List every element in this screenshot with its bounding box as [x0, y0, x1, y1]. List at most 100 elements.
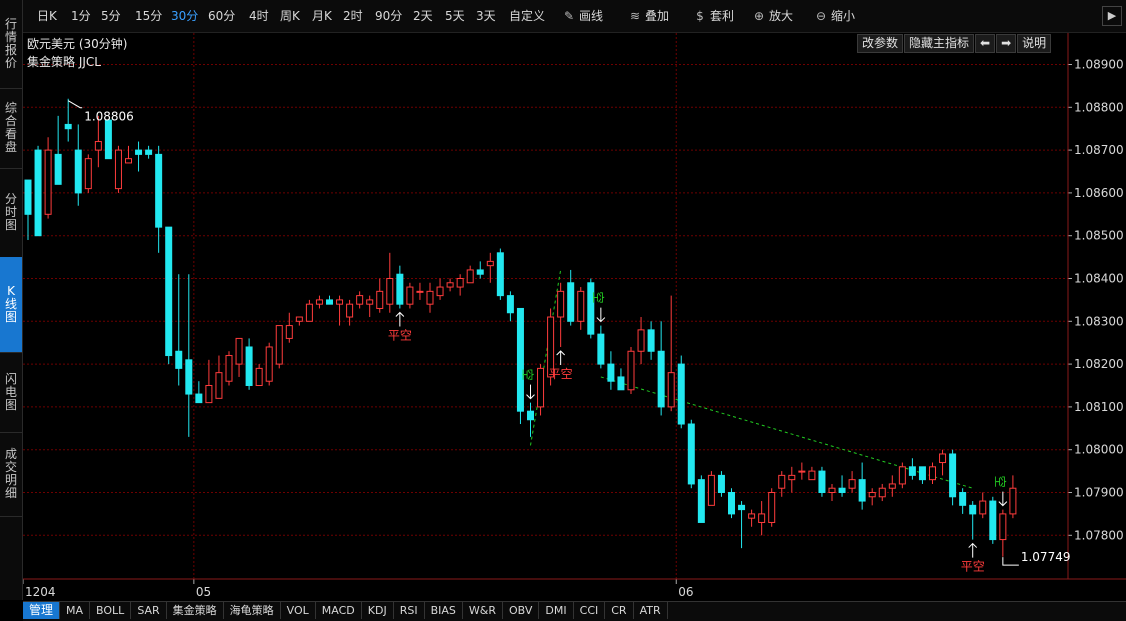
period-button[interactable]: 5分: [101, 7, 121, 25]
tool-button-layers[interactable]: ≋ 叠加: [628, 7, 669, 25]
hide-main-indicator-button[interactable]: 隐藏主指标: [904, 34, 975, 53]
candle-body[interactable]: [506, 295, 514, 314]
candle-body[interactable]: [748, 513, 756, 519]
candle-body[interactable]: [929, 466, 936, 481]
sidebar-tab-time-sharing[interactable]: 分时图: [0, 168, 22, 258]
candle-body[interactable]: [74, 149, 82, 194]
indicator-tab[interactable]: MACD: [316, 602, 362, 619]
candle-body[interactable]: [798, 470, 806, 473]
indicator-tab[interactable]: RSI: [394, 602, 425, 619]
candle-body[interactable]: [607, 363, 615, 382]
candle-body[interactable]: [305, 303, 313, 322]
period-button[interactable]: 30分: [171, 7, 198, 25]
candle-body[interactable]: [537, 367, 545, 408]
help-button[interactable]: 说明: [1017, 34, 1052, 53]
period-button[interactable]: 自定义: [509, 7, 545, 25]
candle-body[interactable]: [848, 479, 856, 489]
tool-button-zoom-in[interactable]: ⊕ 放大: [752, 7, 793, 25]
candle-body[interactable]: [145, 149, 153, 155]
candle-body[interactable]: [768, 492, 776, 523]
period-button[interactable]: 5天: [445, 7, 465, 25]
candle-body[interactable]: [356, 295, 364, 305]
candle-body[interactable]: [657, 350, 665, 408]
candle-body[interactable]: [54, 153, 62, 185]
indicator-tab[interactable]: CCI: [574, 602, 606, 619]
candle-body[interactable]: [687, 423, 695, 485]
candle-body[interactable]: [717, 474, 725, 494]
period-button[interactable]: 90分: [375, 7, 402, 25]
candle-body[interactable]: [326, 299, 333, 305]
indicator-tab[interactable]: VOL: [281, 602, 316, 619]
candle-body[interactable]: [285, 325, 293, 339]
period-button[interactable]: 3天: [476, 7, 496, 25]
period-button[interactable]: 60分: [208, 7, 235, 25]
candle-body[interactable]: [738, 504, 746, 511]
indicator-tab[interactable]: ATR: [634, 602, 668, 619]
candle-body[interactable]: [94, 141, 102, 151]
candle-body[interactable]: [898, 466, 906, 485]
candle-body[interactable]: [939, 453, 947, 464]
candle-body[interactable]: [255, 367, 263, 387]
candle-body[interactable]: [396, 273, 404, 305]
candle-body[interactable]: [858, 479, 866, 502]
candle-body[interactable]: [637, 329, 645, 352]
candle-body[interactable]: [627, 350, 635, 391]
candle-body[interactable]: [155, 153, 163, 228]
candle-body[interactable]: [24, 179, 32, 215]
candle-body[interactable]: [125, 158, 132, 164]
candle-body[interactable]: [989, 500, 997, 541]
indicator-tab[interactable]: W&R: [463, 602, 504, 619]
indicator-tab[interactable]: DMI: [539, 602, 574, 619]
candle-body[interactable]: [476, 269, 484, 275]
period-button[interactable]: 15分: [135, 7, 162, 25]
candle-body[interactable]: [366, 299, 374, 305]
candle-body[interactable]: [587, 282, 595, 335]
candle-body[interactable]: [557, 290, 565, 318]
tool-button-pencil[interactable]: ✎ 画线: [562, 7, 603, 25]
period-button[interactable]: 4时: [249, 7, 269, 25]
candle-body[interactable]: [436, 286, 444, 297]
candle-body[interactable]: [527, 410, 534, 421]
tool-button-zoom-out[interactable]: ⊖ 缩小: [814, 7, 855, 25]
candle-body[interactable]: [667, 372, 675, 408]
candle-body[interactable]: [697, 479, 705, 523]
candle-body[interactable]: [426, 290, 434, 305]
candle-body[interactable]: [778, 474, 786, 489]
candle-body[interactable]: [114, 149, 122, 190]
candle-body[interactable]: [466, 269, 474, 284]
candle-body[interactable]: [456, 278, 464, 288]
period-button[interactable]: 周K: [280, 7, 300, 25]
collapse-panel-button[interactable]: ▶: [1102, 6, 1122, 26]
candle-body[interactable]: [707, 474, 715, 506]
indicator-tab[interactable]: OBV: [503, 602, 540, 619]
candle-body[interactable]: [878, 487, 886, 498]
edit-params-button[interactable]: 改参数: [857, 34, 904, 53]
candle-body[interactable]: [245, 346, 253, 387]
indicator-tab[interactable]: SAR: [131, 602, 167, 619]
candle-body[interactable]: [949, 453, 957, 498]
candle-body[interactable]: [64, 123, 72, 130]
sidebar-tab-trade-details[interactable]: 成交明细: [0, 432, 22, 517]
candle-body[interactable]: [416, 290, 424, 293]
candle-body[interactable]: [567, 282, 575, 322]
candle-body[interactable]: [818, 470, 826, 494]
candle-body[interactable]: [275, 325, 283, 365]
scroll-right-button[interactable]: ➡: [996, 34, 1017, 53]
candle-body[interactable]: [969, 504, 977, 515]
candle-body[interactable]: [647, 329, 655, 352]
candle-body[interactable]: [215, 372, 223, 399]
candle-body[interactable]: [1009, 487, 1017, 515]
candle-body[interactable]: [135, 149, 143, 155]
candle-body[interactable]: [677, 363, 685, 425]
candle-body[interactable]: [406, 286, 414, 305]
sidebar-tab-flash-chart[interactable]: 闪电图: [0, 352, 22, 433]
candle-body[interactable]: [918, 466, 926, 481]
period-button[interactable]: 日K: [37, 7, 57, 25]
candle-body[interactable]: [979, 500, 987, 515]
period-button[interactable]: 月K: [312, 7, 332, 25]
candle-body[interactable]: [577, 290, 585, 322]
candle-body[interactable]: [486, 260, 494, 267]
candle-body[interactable]: [788, 474, 796, 481]
sidebar-tab-market-quotes[interactable]: 行情报价: [0, 0, 22, 89]
candle-body[interactable]: [868, 492, 876, 498]
